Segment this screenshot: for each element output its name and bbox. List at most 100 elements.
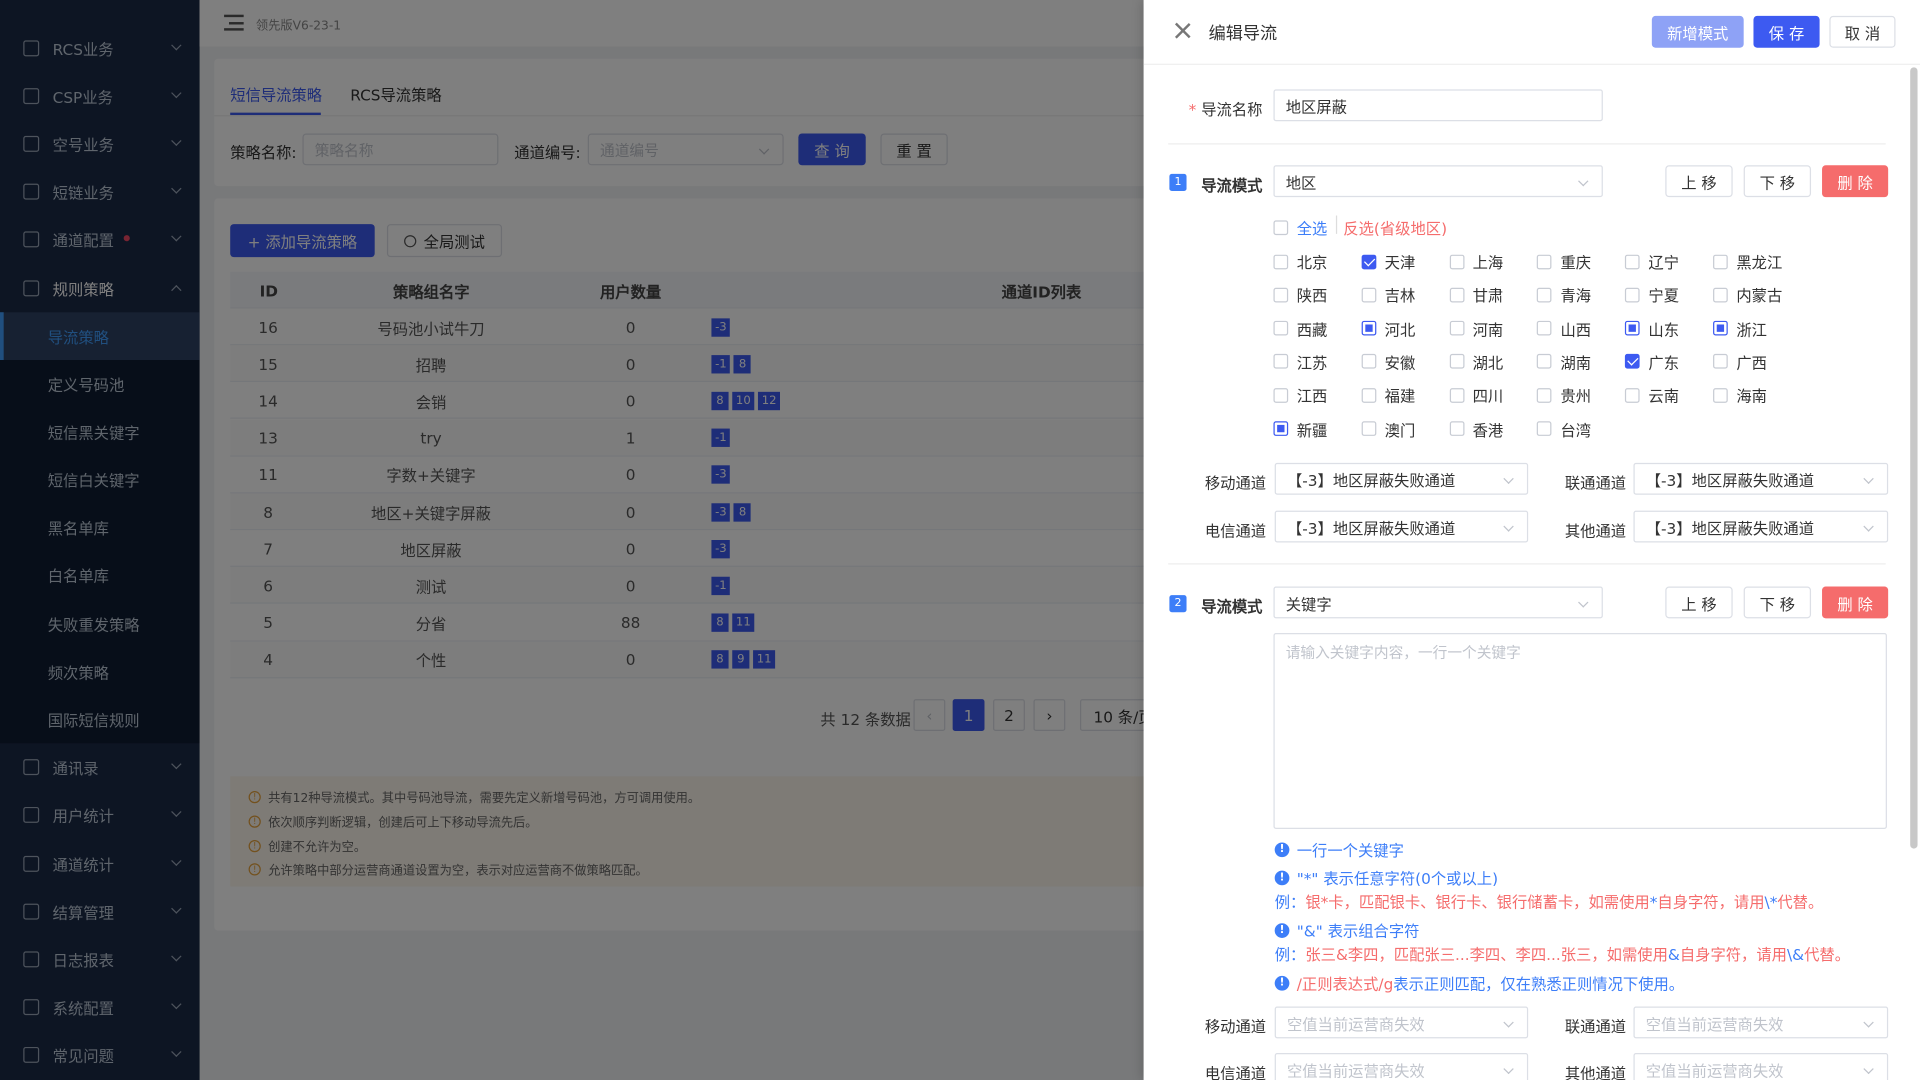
chevron-down-icon	[1578, 176, 1589, 187]
info-icon: !	[1274, 975, 1290, 991]
diversion-name-input[interactable]: 地区屏蔽	[1273, 89, 1603, 122]
province-label: 西藏	[1296, 320, 1328, 339]
province-checkbox[interactable]: 安徽	[1361, 350, 1415, 373]
tip-2: ! "*" 表示任意字符(0个或以上)	[1274, 866, 1498, 889]
province-checkbox[interactable]: 江西	[1273, 383, 1327, 406]
move-up-button-2[interactable]: 上 移	[1665, 586, 1733, 619]
mobile-channel-select-1[interactable]: 【-3】地区屏蔽失败通道	[1274, 462, 1529, 495]
province-checkbox[interactable]: 北京	[1273, 250, 1327, 273]
other-channel-select-2[interactable]: 空值当前运营商失效	[1633, 1053, 1889, 1080]
province-checkbox[interactable]: 宁夏	[1625, 283, 1679, 306]
province-checkbox[interactable]: 西藏	[1273, 317, 1327, 340]
chevron-down-icon	[1503, 1063, 1514, 1075]
mode-select-2[interactable]: 关键字	[1273, 586, 1603, 619]
delete-button-2[interactable]: 删 除	[1822, 586, 1889, 619]
province-checkbox[interactable]: 贵州	[1537, 383, 1591, 406]
invert-select-link[interactable]: 反选(省级地区)	[1343, 216, 1447, 239]
delete-button-1[interactable]: 删 除	[1822, 165, 1889, 198]
province-label: 云南	[1648, 387, 1680, 406]
province-checkbox[interactable]: 云南	[1625, 383, 1679, 406]
checkbox-box	[1537, 354, 1552, 370]
telecom-channel-select-2[interactable]: 空值当前运营商失效	[1274, 1053, 1529, 1080]
tip-3-example: 例：张三&李四，匹配张三...李四、李四...张三，如需使用&自身字符，请用\&…	[1274, 945, 1851, 964]
move-down-button-2[interactable]: 下 移	[1743, 586, 1812, 619]
tip-1: ! 一行一个关键字	[1274, 838, 1404, 861]
checkbox-box	[1361, 421, 1377, 436]
province-checkbox[interactable]: 四川	[1449, 383, 1503, 406]
new-mode-button[interactable]: 新增模式	[1651, 15, 1744, 48]
province-checkbox[interactable]: 海南	[1713, 383, 1767, 406]
checkbox-box	[1273, 387, 1289, 403]
province-checkbox[interactable]: 辽宁	[1625, 250, 1679, 273]
mobile-channel-label-2: 移动通道	[1204, 1017, 1267, 1036]
province-label: 安徽	[1384, 353, 1416, 373]
other-channel-label-2: 其他通道	[1564, 1064, 1627, 1080]
select-all-checkbox[interactable]: 全选	[1273, 216, 1327, 239]
telecom-channel-select-1[interactable]: 【-3】地区屏蔽失败通道	[1274, 510, 1529, 543]
province-label: 广西	[1736, 353, 1767, 373]
province-checkbox[interactable]: 香港	[1449, 417, 1503, 440]
checkbox-box	[1449, 354, 1464, 370]
province-label: 河北	[1384, 320, 1416, 339]
mode-select-1[interactable]: 地区	[1273, 165, 1603, 198]
province-checkbox[interactable]: 澳门	[1361, 417, 1415, 440]
drawer-scrollbar[interactable]	[1910, 67, 1918, 849]
province-checkbox[interactable]: 黑龙江	[1713, 250, 1782, 273]
province-label: 吉林	[1384, 286, 1416, 306]
province-checkbox[interactable]: 湖南	[1537, 350, 1591, 373]
checkbox-box	[1361, 354, 1377, 370]
province-checkbox[interactable]: 吉林	[1361, 283, 1415, 306]
checkbox-box	[1273, 354, 1289, 370]
province-checkbox[interactable]: 河南	[1449, 317, 1503, 340]
save-button[interactable]: 保 存	[1753, 15, 1820, 48]
province-checkbox[interactable]: 广东	[1625, 350, 1679, 373]
checkbox-box	[1361, 320, 1377, 336]
drawer-title: 编辑导流	[1208, 24, 1278, 45]
move-up-button-1[interactable]: 上 移	[1665, 165, 1733, 198]
telecom-channel-label-1: 电信通道	[1204, 521, 1267, 541]
checkbox-box	[1361, 387, 1377, 403]
checkbox-box	[1537, 387, 1552, 403]
tip-2-example: 例：银*卡，匹配银卡、银行卡、银行储蓄卡，如需使用*自身字符，请用\*代替。	[1274, 892, 1824, 912]
checkbox-box	[1273, 254, 1289, 269]
province-label: 山西	[1560, 320, 1592, 339]
province-checkbox[interactable]: 山西	[1537, 317, 1591, 340]
province-checkbox[interactable]: 内蒙古	[1713, 283, 1782, 306]
province-label: 浙江	[1736, 320, 1767, 339]
keyword-textarea[interactable]: 请输入关键字内容，一行一个关键字	[1273, 633, 1887, 829]
province-checkbox[interactable]: 浙江	[1713, 317, 1767, 340]
province-label: 陕西	[1296, 286, 1328, 306]
province-label: 澳门	[1384, 420, 1416, 439]
mobile-channel-label-1: 移动通道	[1204, 473, 1267, 493]
province-checkbox[interactable]: 广西	[1713, 350, 1767, 373]
mobile-channel-select-2[interactable]: 空值当前运营商失效	[1274, 1006, 1529, 1039]
modal-mask[interactable]	[0, 0, 1144, 1080]
province-checkbox[interactable]: 重庆	[1537, 250, 1591, 273]
province-checkbox[interactable]: 台湾	[1537, 417, 1591, 440]
province-checkbox[interactable]: 江苏	[1273, 350, 1327, 373]
unicom-channel-select-2[interactable]: 空值当前运营商失效	[1633, 1006, 1889, 1039]
other-channel-select-1[interactable]: 【-3】地区屏蔽失败通道	[1633, 510, 1889, 543]
divider	[1168, 143, 1886, 145]
province-checkbox[interactable]: 天津	[1361, 250, 1415, 273]
province-checkbox[interactable]: 山东	[1625, 317, 1679, 340]
province-checkbox[interactable]: 河北	[1361, 317, 1415, 340]
close-icon[interactable]	[1174, 22, 1191, 39]
checkbox-box	[1625, 287, 1640, 303]
province-label: 上海	[1472, 253, 1504, 272]
unicom-channel-select-1[interactable]: 【-3】地区屏蔽失败通道	[1633, 462, 1889, 495]
province-checkbox[interactable]: 甘肃	[1449, 283, 1503, 306]
move-down-button-1[interactable]: 下 移	[1743, 165, 1812, 198]
province-label: 天津	[1384, 253, 1416, 272]
mode-label-2: 导流模式	[1201, 597, 1263, 616]
checkbox-box	[1273, 287, 1289, 303]
province-checkbox[interactable]: 福建	[1361, 383, 1415, 406]
select-divider	[1335, 215, 1338, 234]
cancel-button[interactable]: 取 消	[1829, 15, 1896, 48]
province-checkbox[interactable]: 上海	[1449, 250, 1503, 273]
checkbox-box	[1625, 387, 1640, 403]
province-checkbox[interactable]: 青海	[1537, 283, 1591, 306]
province-checkbox[interactable]: 湖北	[1449, 350, 1503, 373]
province-checkbox[interactable]: 陕西	[1273, 283, 1327, 306]
province-checkbox[interactable]: 新疆	[1273, 417, 1327, 440]
